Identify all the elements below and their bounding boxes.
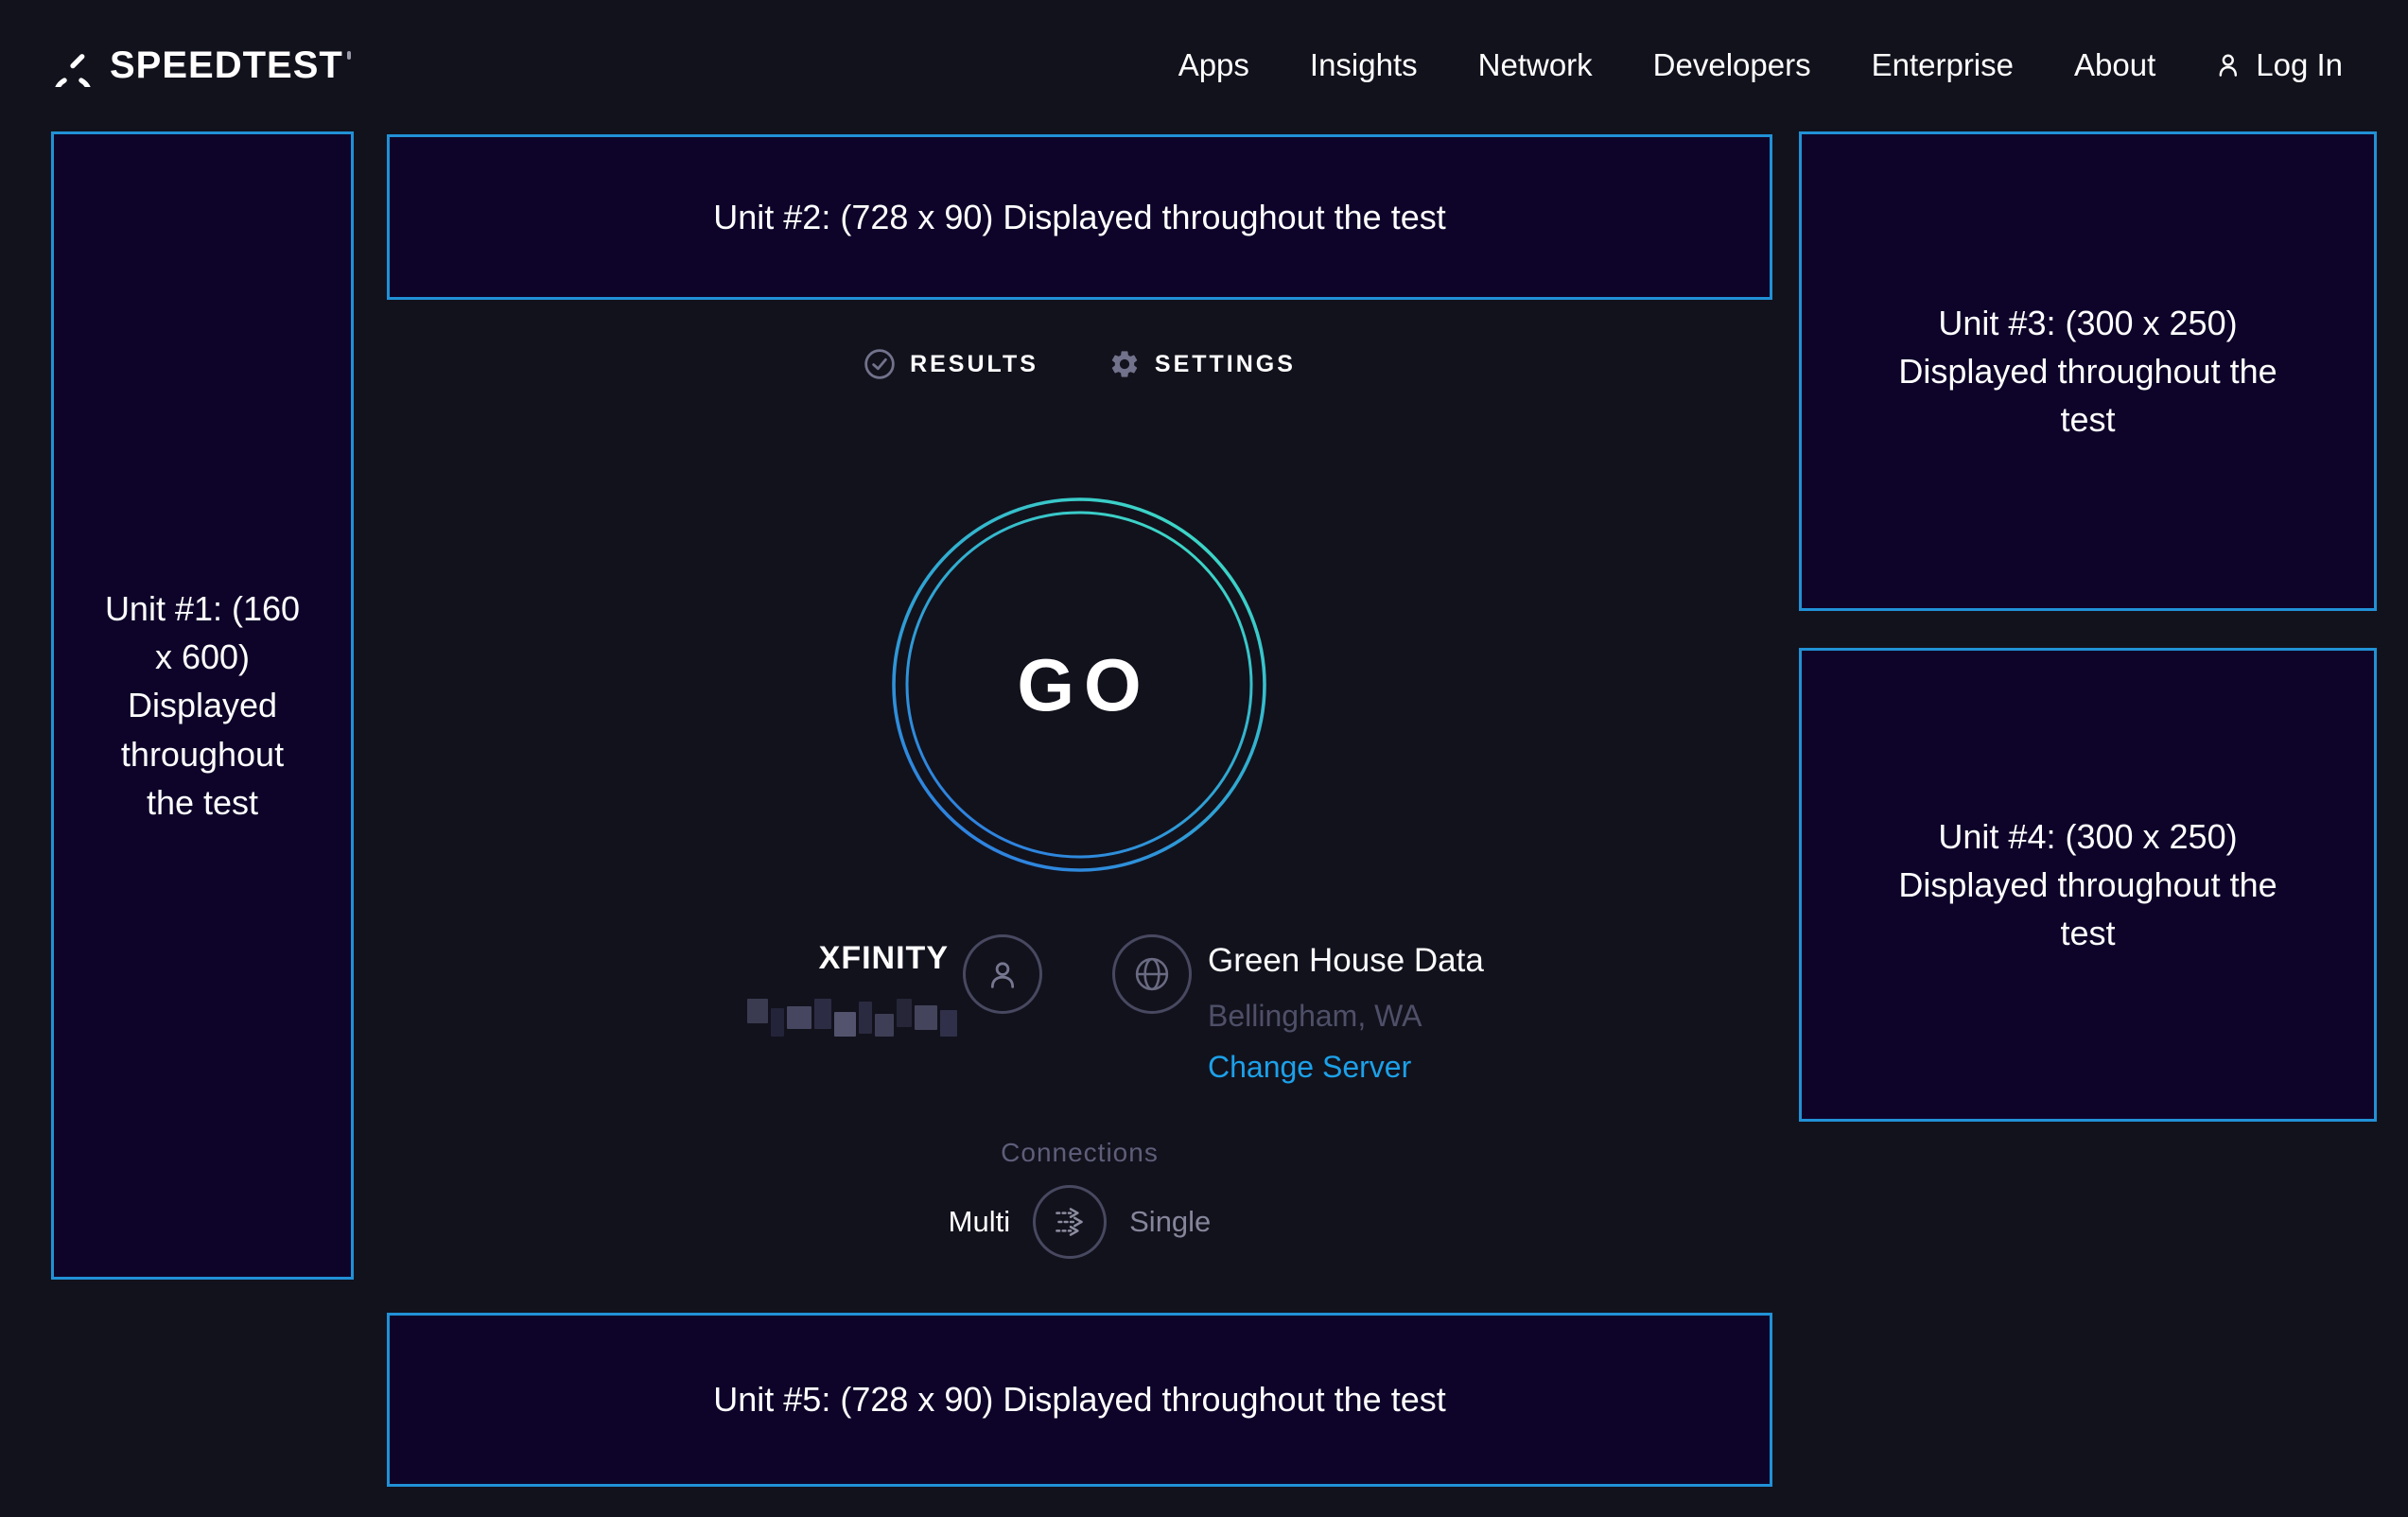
ad-unit-5-text: Unit #5: (728 x 90) Displayed throughout… [713, 1375, 1445, 1423]
go-button[interactable]: GO [881, 486, 1278, 883]
server-location: Bellingham, WA [1208, 999, 1422, 1034]
gear-icon [1108, 348, 1141, 380]
nav-item-developers[interactable]: Developers [1653, 47, 1811, 83]
ad-unit-1-skyscraper: Unit #1: (160 x 600) Displayed throughou… [51, 131, 354, 1280]
go-button-label: GO [1007, 642, 1150, 728]
ad-unit-3-rectangle: Unit #3: (300 x 250) Displayed throughou… [1799, 131, 2377, 611]
nav-item-apps[interactable]: Apps [1178, 47, 1249, 83]
redacted-ip-address [747, 999, 957, 1037]
view-tabs: RESULTS SETTINGS [387, 348, 1772, 380]
tab-results[interactable]: RESULTS [864, 348, 1038, 380]
check-circle-icon [864, 348, 896, 380]
globe-icon [1131, 953, 1173, 995]
main-nav: Apps Insights Network Developers Enterpr… [1178, 47, 2343, 83]
ad-unit-3-text: Unit #3: (300 x 250) Displayed throughou… [1885, 299, 2292, 444]
change-server-link[interactable]: Change Server [1208, 1050, 1411, 1085]
multi-arrows-icon [1048, 1200, 1091, 1244]
person-icon [2216, 50, 2246, 80]
login-label: Log In [2256, 47, 2343, 83]
top-nav-bar: SPEEDTEST Apps Insights Network Develope… [0, 0, 2408, 131]
trademark-mark [347, 51, 351, 60]
logo-text: SPEEDTEST [110, 44, 343, 87]
nav-item-network[interactable]: Network [1478, 47, 1593, 83]
isp-avatar [963, 934, 1042, 1014]
logo[interactable]: SPEEDTEST [51, 44, 351, 87]
isp-name: XFINITY [819, 940, 949, 977]
nav-item-enterprise[interactable]: Enterprise [1872, 47, 2014, 83]
tab-settings-label: SETTINGS [1155, 351, 1296, 378]
tab-results-label: RESULTS [910, 351, 1038, 378]
connections-heading: Connections [387, 1138, 1772, 1168]
nav-item-insights[interactable]: Insights [1310, 47, 1418, 83]
server-globe-badge [1112, 934, 1192, 1014]
connections-option-multi[interactable]: Multi [949, 1205, 1010, 1239]
connection-mode-icon[interactable] [1033, 1185, 1107, 1259]
ad-unit-2-text: Unit #2: (728 x 90) Displayed throughout… [713, 193, 1445, 241]
speedometer-logo-icon [51, 44, 95, 87]
ad-unit-4-text: Unit #4: (300 x 250) Displayed throughou… [1885, 812, 2292, 957]
ad-unit-1-text: Unit #1: (160 x 600) Displayed throughou… [94, 584, 311, 827]
ad-unit-4-rectangle: Unit #4: (300 x 250) Displayed throughou… [1799, 648, 2377, 1122]
login-button[interactable]: Log In [2216, 47, 2343, 83]
person-icon [984, 955, 1021, 993]
nav-item-about[interactable]: About [2074, 47, 2155, 83]
tab-settings[interactable]: SETTINGS [1108, 348, 1296, 380]
speedtest-page: SPEEDTEST Apps Insights Network Develope… [0, 0, 2408, 1517]
connections-toggle: Multi Single [387, 1184, 1772, 1260]
ad-unit-5-leaderboard: Unit #5: (728 x 90) Displayed throughout… [387, 1313, 1772, 1487]
server-name: Green House Data [1208, 942, 1484, 980]
connections-option-single[interactable]: Single [1129, 1205, 1211, 1239]
ad-unit-2-leaderboard: Unit #2: (728 x 90) Displayed throughout… [387, 134, 1772, 300]
